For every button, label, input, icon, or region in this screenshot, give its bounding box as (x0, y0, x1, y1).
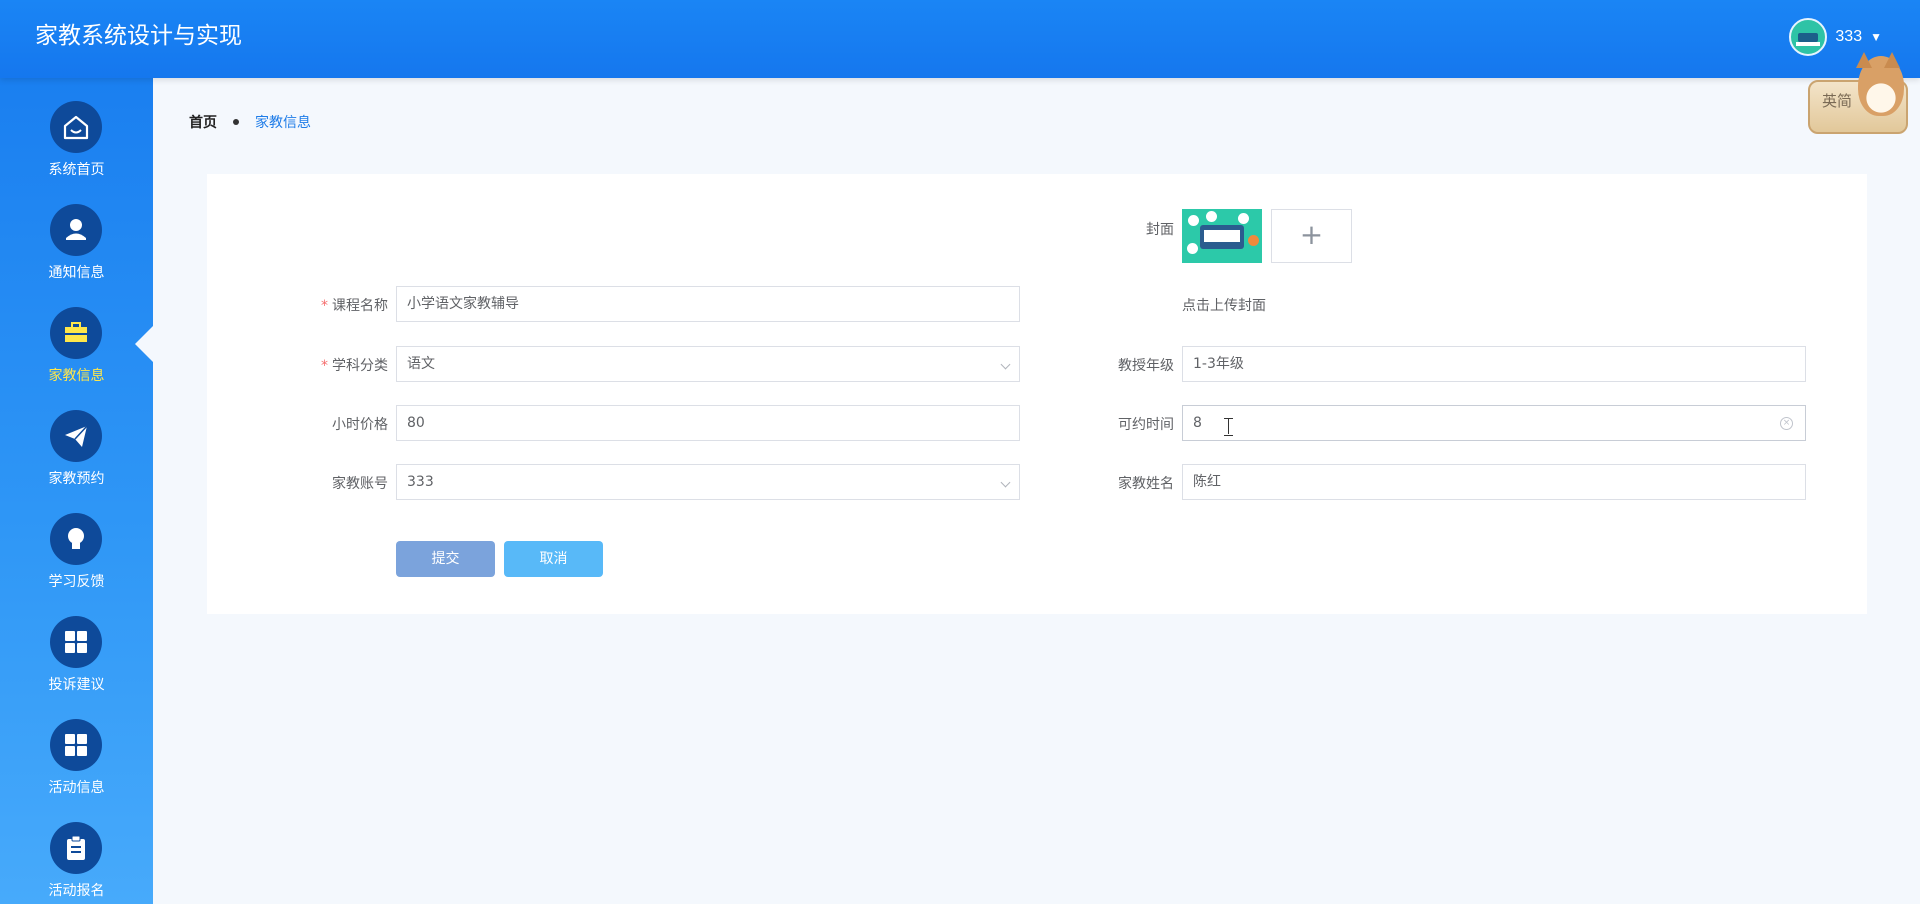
clipboard-icon (50, 822, 102, 874)
username[interactable]: 333 (1835, 28, 1862, 46)
grid-icon (50, 719, 102, 771)
sidebar-item-tutor-info[interactable]: 家教信息 (0, 307, 153, 410)
active-indicator (135, 326, 153, 362)
chevron-down-icon (1000, 359, 1011, 370)
time-value: 8 (1193, 415, 1202, 431)
sidebar-item-feedback[interactable]: 学习反馈 (0, 513, 153, 616)
subject-select[interactable]: 语文 (396, 346, 1020, 382)
sidebar-item-label: 学习反馈 (48, 574, 105, 590)
account-label: 家教账号 (332, 476, 388, 492)
dog-ear-right (1884, 52, 1900, 68)
price-label: 小时价格 (332, 417, 388, 433)
sidebar-item-booking[interactable]: 家教预约 (0, 410, 153, 513)
lightbulb-icon (50, 513, 102, 565)
bubble-shape (1238, 213, 1249, 224)
cover-label: 封面 (1146, 222, 1174, 238)
mascot-badge: 英简 (1808, 52, 1908, 134)
top-header: 家教系统设计与实现 333 ▼ (0, 0, 1920, 78)
time-input[interactable]: 8 × (1182, 405, 1806, 441)
time-label: 可约时间 (1118, 417, 1174, 433)
account-value: 333 (407, 474, 434, 490)
sidebar-item-activities[interactable]: 活动信息 (0, 719, 153, 822)
app-title: 家教系统设计与实现 (35, 23, 242, 49)
caret-down-icon[interactable]: ▼ (1870, 30, 1882, 44)
submit-button[interactable]: 提交 (396, 541, 495, 577)
cancel-button[interactable]: 取消 (504, 541, 603, 577)
sidebar-item-label: 系统首页 (48, 162, 105, 178)
breadcrumb-home[interactable]: 首页 (189, 112, 217, 132)
briefcase-icon (50, 307, 102, 359)
sidebar-item-label: 家教信息 (48, 368, 105, 384)
price-input[interactable]: 80 (396, 405, 1020, 441)
sidebar-item-label: 通知信息 (48, 265, 105, 281)
sidebar-item-label: 活动信息 (48, 780, 105, 796)
chevron-down-icon (1000, 477, 1011, 488)
book-icon (1200, 225, 1244, 249)
sidebar: 系统首页 通知信息 家教信息 家教预约 学习反馈 投诉建议 活动信息 活动报名 (0, 78, 153, 904)
tutor-name-input[interactable]: 陈红 (1182, 464, 1806, 500)
sidebar-item-label: 活动报名 (48, 883, 105, 899)
badge-text: 英简 (1822, 92, 1853, 110)
home-icon (50, 101, 102, 153)
breadcrumb: 首页 家教信息 (189, 112, 311, 132)
bubble-shape (1206, 211, 1217, 222)
bubble-shape (1248, 235, 1259, 246)
bubble-shape (1188, 215, 1199, 226)
subject-label: * 学科分类 (321, 358, 388, 374)
sidebar-item-home[interactable]: 系统首页 (0, 101, 153, 204)
paper-plane-icon (50, 410, 102, 462)
subject-value: 语文 (407, 356, 435, 372)
upload-cover-button[interactable]: + (1271, 209, 1352, 263)
account-select[interactable]: 333 (396, 464, 1020, 500)
breadcrumb-current: 家教信息 (255, 115, 311, 131)
breadcrumb-separator (233, 119, 239, 125)
sidebar-item-signup[interactable]: 活动报名 (0, 822, 153, 904)
sidebar-item-complaints[interactable]: 投诉建议 (0, 616, 153, 719)
grade-input[interactable]: 1-3年级 (1182, 346, 1806, 382)
sidebar-item-label: 家教预约 (48, 471, 105, 487)
upload-hint: 点击上传封面 (1182, 298, 1266, 314)
bubble-shape (1187, 243, 1198, 254)
grid-icon (50, 616, 102, 668)
sidebar-item-label: 投诉建议 (48, 677, 105, 693)
dog-ear-left (1856, 52, 1872, 68)
avatar[interactable] (1789, 18, 1828, 56)
user-icon (50, 204, 102, 256)
text-cursor-icon (1224, 418, 1234, 436)
cover-image[interactable] (1182, 209, 1262, 263)
clear-icon[interactable]: × (1780, 417, 1793, 430)
course-name-input[interactable]: 小学语文家教辅导 (396, 286, 1020, 322)
course-name-label: * 课程名称 (321, 298, 388, 314)
tutor-name-label: 家教姓名 (1118, 476, 1174, 492)
user-menu[interactable]: 333 ▼ (1789, 18, 1882, 56)
grade-label: 教授年级 (1118, 358, 1174, 374)
sidebar-item-notice[interactable]: 通知信息 (0, 204, 153, 307)
